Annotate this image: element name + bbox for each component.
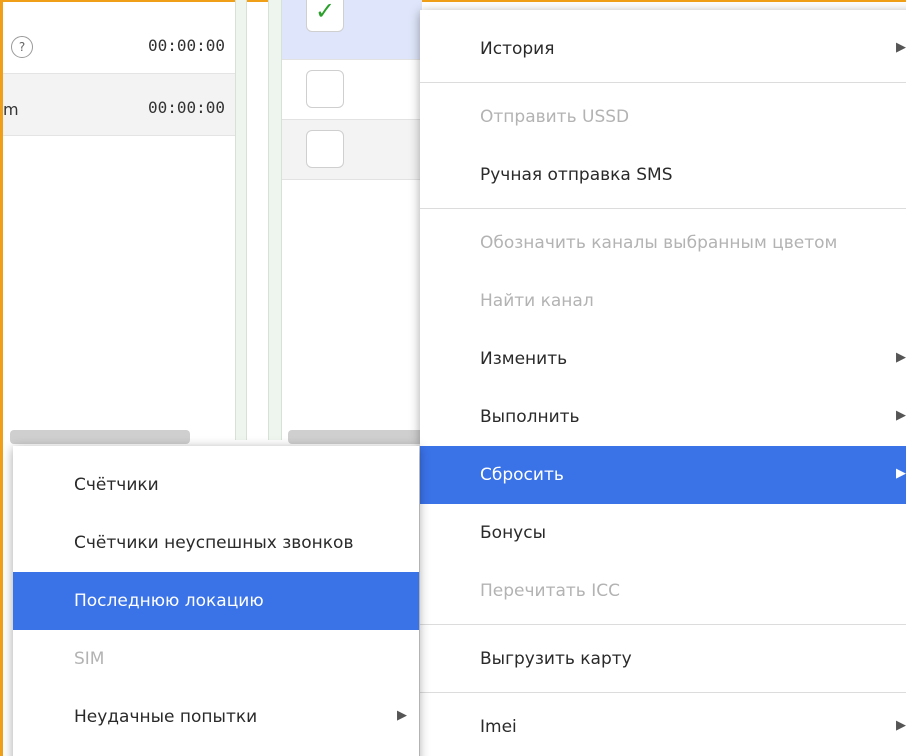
checkmark-icon: ✓ [315, 0, 336, 25]
menu-item-label: SIM [74, 649, 105, 669]
menu-item-last-location[interactable]: Последнюю локацию [13, 572, 419, 630]
menu-item-label: Счётчики [74, 475, 159, 495]
menu-item-unload-card[interactable]: Выгрузить карту [420, 630, 906, 688]
table-row[interactable]: ? 00:00:00 [3, 12, 235, 74]
submenu-arrow-icon: ▶ [397, 708, 407, 723]
horizontal-scrollbar[interactable] [10, 430, 190, 444]
menu-item-label: Imei [480, 717, 517, 737]
column-splitter[interactable] [235, 0, 247, 440]
menu-item-label: Ручная отправка SMS [480, 165, 673, 185]
duration-value: 00:00:00 [147, 98, 225, 117]
row-checkbox[interactable] [306, 70, 344, 108]
menu-item-failed-attempts[interactable]: Неудачные попытки ▶ [13, 688, 419, 746]
horizontal-scrollbar[interactable] [288, 430, 428, 444]
menu-item-label: Последнюю локацию [74, 591, 264, 611]
menu-item-manual-sms[interactable]: Ручная отправка SMS [420, 146, 906, 204]
menu-item-label: Счётчики неуспешных звонков [74, 533, 354, 553]
submenu-arrow-icon: ▶ [896, 350, 906, 365]
menu-item-label: Бонусы [480, 523, 547, 543]
menu-divider [420, 624, 906, 625]
submenu-arrow-icon: ▶ [896, 40, 906, 55]
menu-item-label: Сбросить [480, 465, 564, 485]
table-row[interactable] [282, 60, 422, 120]
menu-item-failed-call-counters[interactable]: Счётчики неуспешных звонков [13, 514, 419, 572]
menu-item-sim: SIM [13, 630, 419, 688]
menu-item-label: Отправить USSD [480, 107, 630, 127]
menu-item-label: Перечитать ICC [480, 581, 620, 601]
submenu-arrow-icon: ▶ [896, 408, 906, 423]
calls-grid: ? 00:00:00 m 00:00:00 [3, 2, 235, 432]
menu-item-bonuses[interactable]: Бонусы [420, 504, 906, 562]
menu-item-counters[interactable]: Счётчики [13, 456, 419, 514]
submenu-arrow-icon: ▶ [896, 718, 906, 733]
menu-item-label: Неудачные попытки [74, 707, 258, 727]
reset-submenu: Счётчики Счётчики неуспешных звонков Пос… [13, 446, 419, 756]
menu-item-execute[interactable]: Выполнить ▶ [420, 388, 906, 446]
menu-item-history[interactable]: История ▶ [420, 20, 906, 78]
help-icon[interactable]: ? [11, 36, 33, 58]
duration-value: 00:00:00 [147, 36, 225, 55]
column-splitter[interactable] [268, 0, 282, 440]
menu-item-reset[interactable]: Сбросить ▶ [420, 446, 906, 504]
menu-divider [420, 208, 906, 209]
menu-item-label: Найти канал [480, 291, 594, 311]
menu-item-mark-channels-color: Обозначить каналы выбранным цветом [420, 214, 906, 272]
menu-item-label: Обозначить каналы выбранным цветом [480, 233, 838, 253]
menu-item-label: Выгрузить карту [480, 649, 632, 669]
menu-item-label: Изменить [480, 349, 568, 369]
menu-item-label: История [480, 39, 555, 59]
table-row[interactable] [282, 120, 422, 180]
menu-divider [420, 82, 906, 83]
row-name-text: m [3, 100, 19, 119]
menu-item-imei[interactable]: Imei ▶ [420, 698, 906, 756]
context-menu: История ▶ Отправить USSD Ручная отправка… [420, 10, 906, 756]
row-checkbox[interactable]: ✓ [306, 0, 344, 32]
menu-item-find-channel: Найти канал [420, 272, 906, 330]
row-checkbox[interactable] [306, 130, 344, 168]
menu-item-edit[interactable]: Изменить ▶ [420, 330, 906, 388]
table-row[interactable]: m 00:00:00 [3, 74, 235, 136]
channel-grid: ✓ [282, 0, 422, 182]
menu-item-send-ussd: Отправить USSD [420, 88, 906, 146]
table-row-selected[interactable]: ✓ [282, 0, 422, 60]
submenu-arrow-icon: ▶ [896, 466, 906, 481]
menu-divider [420, 692, 906, 693]
menu-item-label: Выполнить [480, 407, 580, 427]
menu-item-reread-icc: Перечитать ICC [420, 562, 906, 620]
